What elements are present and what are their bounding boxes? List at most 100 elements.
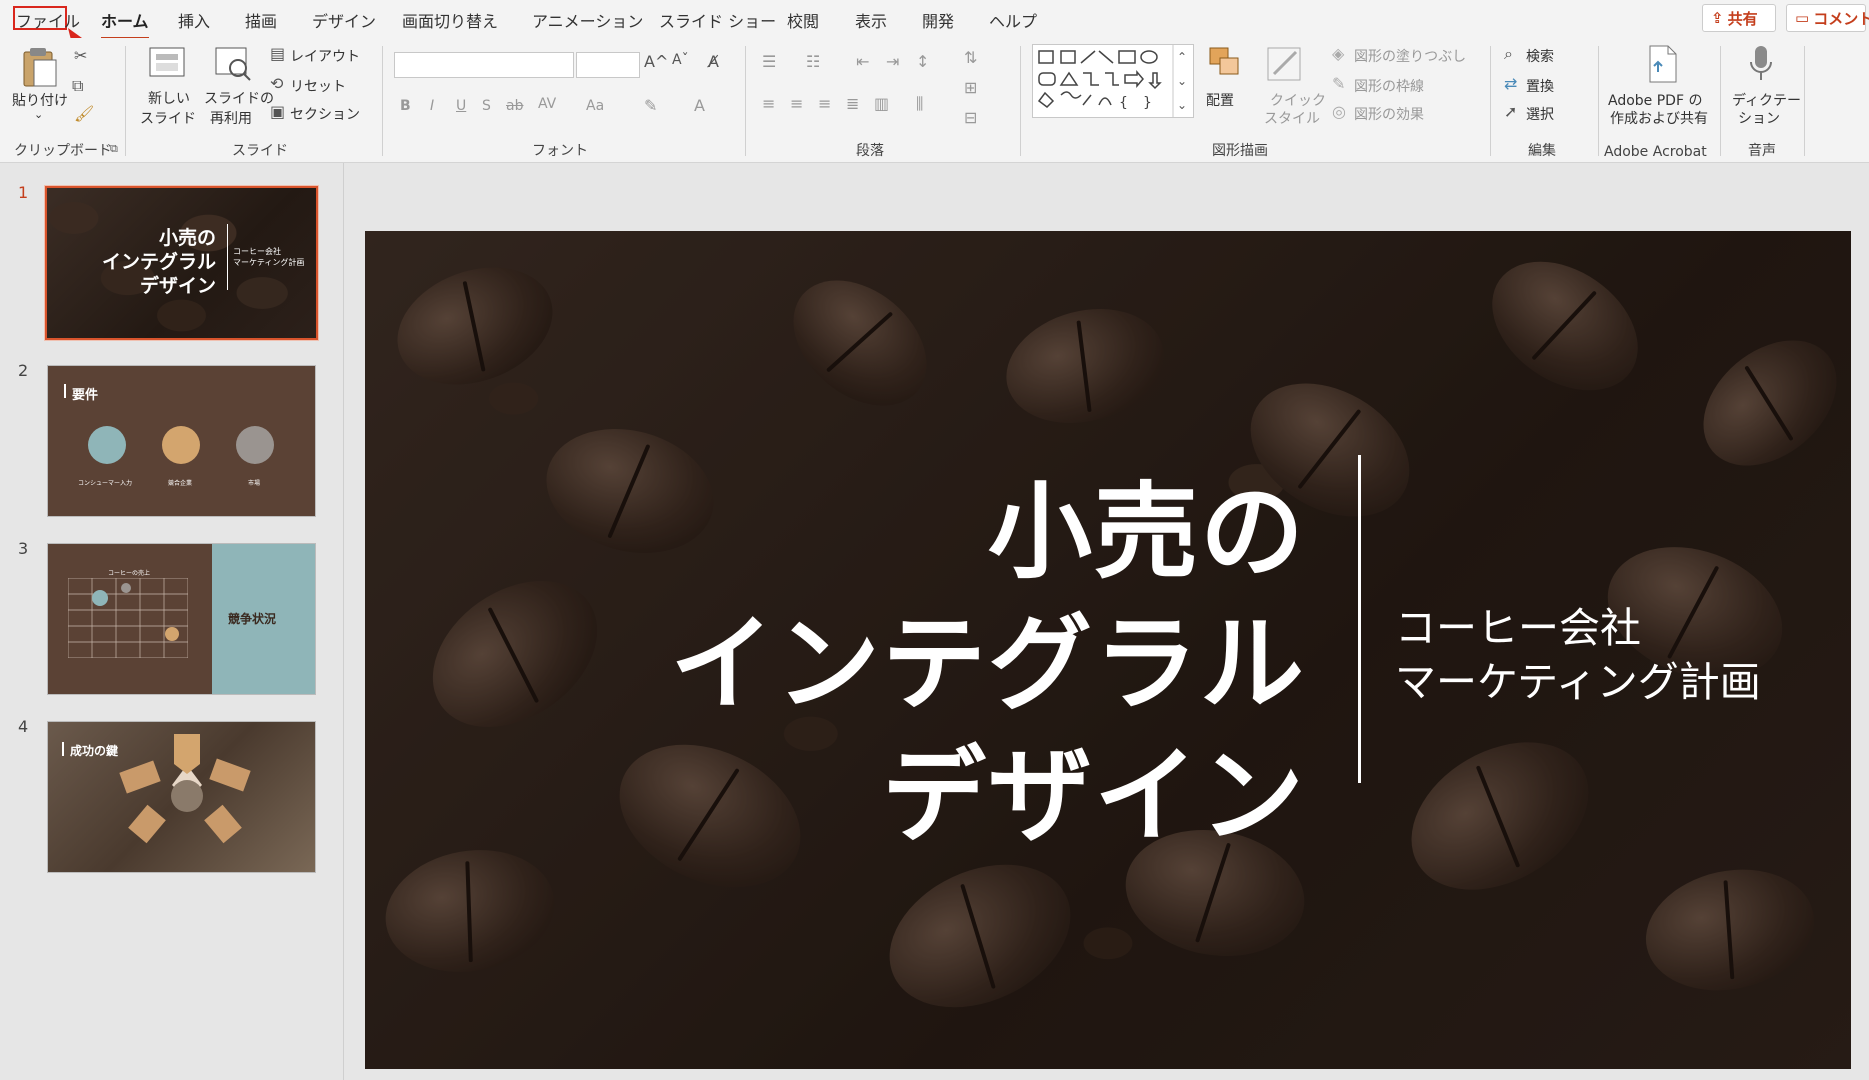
slide-thumbnail-4[interactable]: 成功の鍵 <box>47 721 316 873</box>
numbering-icon[interactable]: ☷ <box>806 52 820 71</box>
tab-view[interactable]: 表示 <box>851 6 891 34</box>
tab-design[interactable]: デザイン <box>308 6 380 34</box>
shape-effect-button[interactable]: 図形の効果 <box>1354 104 1424 124</box>
decrease-indent-icon[interactable]: ⇤ <box>856 52 869 71</box>
new-slide-label2[interactable]: スライド <box>140 108 196 128</box>
font-size-select[interactable] <box>576 52 640 78</box>
paste-dropdown-icon[interactable]: ⌄ <box>34 108 43 121</box>
thumb2-label-2: 競合企業 <box>168 480 193 487</box>
tab-developer[interactable]: 開発 <box>918 6 958 34</box>
tab-insert[interactable]: 挿入 <box>174 6 214 34</box>
align-left-icon[interactable]: ≡ <box>762 94 775 113</box>
consumer-icon <box>88 426 126 464</box>
paste-icon[interactable] <box>20 46 60 90</box>
shape-fill-button[interactable]: 図形の塗りつぶし <box>1354 46 1466 66</box>
justify-icon[interactable]: ≣ <box>846 94 859 113</box>
shape-effect-icon[interactable]: ◎ <box>1332 102 1346 121</box>
tab-slideshow[interactable]: スライド ショー <box>655 6 780 34</box>
italic-button[interactable]: I <box>430 98 434 114</box>
copy-icon[interactable]: ⧉ <box>72 76 83 96</box>
shape-outline-button[interactable]: 図形の枠線 <box>1354 76 1424 96</box>
tab-animations[interactable]: アニメーション <box>528 6 647 34</box>
tab-review[interactable]: 校閲 <box>783 6 823 34</box>
align-center-icon[interactable]: ≡ <box>790 94 803 113</box>
dictate-label1[interactable]: ディクテー <box>1732 90 1801 110</box>
reset-icon[interactable]: ⟲ <box>270 74 283 93</box>
reuse-slide-icon[interactable] <box>212 44 254 82</box>
acrobat-label1[interactable]: Adobe PDF の <box>1608 90 1702 110</box>
layout-icon[interactable]: ▤ <box>270 44 285 63</box>
thumb2-accent-bar <box>64 384 66 398</box>
char-spacing-button[interactable]: AV <box>538 96 556 112</box>
new-slide-label1[interactable]: 新しい <box>148 88 190 108</box>
clear-format-icon[interactable]: A̸ <box>708 52 719 71</box>
arrange-icon[interactable] <box>1206 44 1246 84</box>
thumb2-title: 要件 <box>72 388 99 403</box>
find-button[interactable]: 検索 <box>1526 46 1554 66</box>
comment-button[interactable]: ▭ コメント <box>1786 4 1869 32</box>
acrobat-label2[interactable]: 作成および共有 <box>1610 108 1708 128</box>
font-color-icon[interactable]: A <box>694 96 705 115</box>
tab-help[interactable]: ヘルプ <box>985 6 1041 34</box>
paste-label[interactable]: 貼り付け <box>12 90 68 110</box>
quick-styles-icon[interactable] <box>1264 44 1304 84</box>
format-painter-icon[interactable]: 🖌 <box>74 104 94 123</box>
text-direction-icon[interactable]: ⇅ <box>964 48 977 67</box>
columns-icon[interactable]: ⫼ <box>916 94 923 114</box>
font-shrink-icon[interactable]: Aˇ <box>672 52 689 68</box>
slide-thumbnail-2[interactable]: 要件 コンシューマー入力 競合企業 市場 <box>47 365 316 517</box>
arrange-button[interactable]: 配置 <box>1206 90 1234 110</box>
dictate-label2[interactable]: ション <box>1738 108 1780 128</box>
align-text-icon[interactable]: ⊞ <box>964 78 977 97</box>
font-grow-icon[interactable]: A^ <box>644 52 668 71</box>
distributed-icon[interactable]: ▥ <box>874 94 889 113</box>
editing-group: ⌕ 検索 ⇄ 置換 ➚ 選択 編集 <box>1496 38 1596 162</box>
smartart-icon[interactable]: ⊟ <box>964 108 977 127</box>
font-name-select[interactable] <box>394 52 574 78</box>
thumb3-chart-grid <box>68 578 188 658</box>
section-icon[interactable]: ▣ <box>270 102 285 121</box>
slide-number: 3 <box>18 539 29 558</box>
select-icon[interactable]: ➚ <box>1504 102 1517 121</box>
shadow-button[interactable]: S <box>482 98 491 114</box>
bullets-icon[interactable]: ☰ <box>762 52 776 71</box>
cut-icon[interactable]: ✂ <box>74 46 87 65</box>
layout-button[interactable]: レイアウト <box>290 46 360 66</box>
align-right-icon[interactable]: ≡ <box>818 94 831 113</box>
quick-styles-label1[interactable]: クイック <box>1270 90 1326 110</box>
microphone-icon[interactable] <box>1748 44 1774 84</box>
share-button[interactable]: ⇪ 共有 <box>1702 4 1776 32</box>
shapes-gallery[interactable]: {} ⌃ ⌄ ⌄ <box>1032 44 1194 118</box>
slide-title[interactable]: 小売の インテグラル デザイン <box>670 466 1306 862</box>
reuse-slide-label2[interactable]: 再利用 <box>210 108 252 128</box>
find-icon[interactable]: ⌕ <box>1504 44 1513 64</box>
line-spacing-icon[interactable]: ↕ <box>916 52 929 71</box>
slide-thumbnail-3[interactable]: コーヒーの売上 競争状況 <box>47 543 316 695</box>
slide-subtitle[interactable]: コーヒー会社 マーケティング計画 <box>1395 601 1761 709</box>
dialog-launcher-icon[interactable]: ⧉ <box>110 142 118 156</box>
shape-outline-icon[interactable]: ✎ <box>1332 74 1345 93</box>
slide-number: 4 <box>18 717 29 736</box>
strikethrough-button[interactable]: ab <box>506 98 523 114</box>
slide-canvas[interactable]: 小売の インテグラル デザイン コーヒー会社 マーケティング計画 <box>365 231 1851 1069</box>
select-button[interactable]: 選択 <box>1526 104 1554 124</box>
adobe-pdf-icon[interactable] <box>1646 44 1680 84</box>
bold-button[interactable]: B <box>400 98 411 114</box>
reuse-slide-label1[interactable]: スライドの <box>204 88 274 108</box>
quick-styles-label2[interactable]: スタイル <box>1264 108 1320 128</box>
reset-button[interactable]: リセット <box>290 76 346 96</box>
drawing-group: {} ⌃ ⌄ ⌄ 配置 クイック スタイル ◈ 図形の塗りつぶし ✎ 図形の枠線 ◎… <box>1026 38 1490 162</box>
shape-fill-icon[interactable]: ◈ <box>1332 44 1344 63</box>
separator <box>745 46 746 156</box>
tab-draw[interactable]: 描画 <box>241 6 281 34</box>
tab-transitions[interactable]: 画面切り替え <box>398 6 502 34</box>
replace-icon[interactable]: ⇄ <box>1504 74 1517 93</box>
slide-thumbnail-1[interactable]: 小売の インテグラル デザイン コーヒー会社 マーケティング計画 <box>44 185 319 341</box>
underline-button[interactable]: U <box>456 98 466 114</box>
increase-indent-icon[interactable]: ⇥ <box>886 52 899 71</box>
highlight-icon[interactable]: ✎ <box>644 96 657 115</box>
replace-button[interactable]: 置換 <box>1526 76 1554 96</box>
section-button[interactable]: セクション <box>290 104 360 124</box>
change-case-button[interactable]: Aa <box>586 98 604 114</box>
new-slide-icon[interactable] <box>146 44 188 82</box>
